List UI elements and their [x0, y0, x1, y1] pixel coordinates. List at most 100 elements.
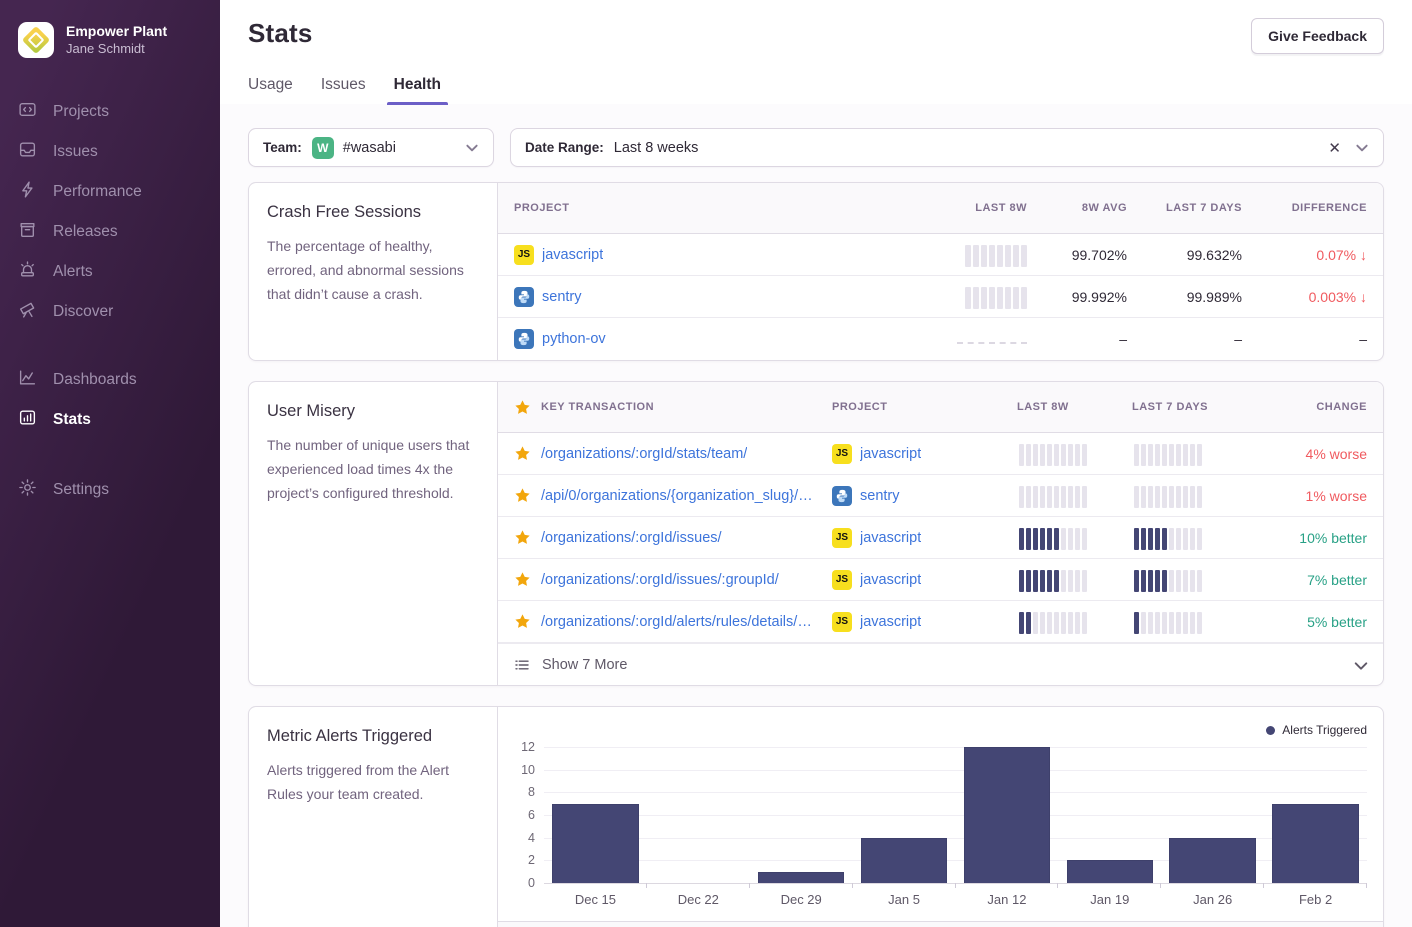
sidebar-item-label: Issues [53, 143, 98, 161]
last-7d-value: 99.989% [1127, 289, 1242, 305]
org-logo-icon [18, 22, 54, 58]
legend-dot-icon [1266, 726, 1275, 735]
sidebar-item-discover[interactable]: Discover [0, 292, 220, 332]
clear-icon[interactable]: ✕ [1328, 139, 1341, 157]
tab-issues[interactable]: Issues [321, 76, 366, 104]
panel-description: The number of unique users that experien… [267, 433, 479, 505]
table-row: python-ov – – – [498, 318, 1383, 360]
column-header: CHANGE [1247, 401, 1367, 413]
sidebar-item-projects[interactable]: Projects [0, 92, 220, 132]
project-link[interactable]: python-ov [542, 331, 606, 347]
date-range-value: Last 8 weeks [614, 140, 699, 156]
chevron-down-icon [1353, 658, 1367, 672]
team-value: #wasabi [343, 140, 396, 156]
crash-free-sessions-panel: Crash Free Sessions The percentage of he… [248, 182, 1384, 361]
give-feedback-button[interactable]: Give Feedback [1251, 18, 1384, 54]
user-misery-panel: User Misery The number of unique users t… [248, 381, 1384, 686]
column-header: LAST 8W [1017, 401, 1132, 413]
project-link[interactable]: sentry [542, 289, 582, 305]
python-icon [514, 329, 534, 349]
team-selector[interactable]: Team: W #wasabi [248, 128, 494, 167]
sparkline [1134, 610, 1202, 634]
siren-icon [18, 260, 37, 284]
star-icon[interactable] [514, 613, 531, 630]
project-link[interactable]: javascript [860, 614, 921, 630]
sidebar-item-label: Stats [53, 411, 91, 429]
star-icon[interactable] [514, 487, 531, 504]
projects-icon [18, 100, 37, 124]
transaction-link[interactable]: /organizations/:orgId/issues/ [541, 530, 722, 546]
legend-item-alerts-triggered[interactable]: Alerts Triggered [514, 719, 1367, 741]
sparkline [965, 285, 1027, 309]
sidebar-item-settings[interactable]: Settings [0, 470, 220, 510]
python-icon [832, 486, 852, 506]
table-row: /organizations/:orgId/issues/ JS javascr… [498, 517, 1383, 559]
javascript-icon: JS [514, 245, 534, 265]
table-row: /organizations/:orgId/issues/:groupId/ J… [498, 559, 1383, 601]
sidebar-item-dashboards[interactable]: Dashboards [0, 360, 220, 400]
chevron-down-icon[interactable] [1355, 141, 1369, 155]
project-link[interactable]: javascript [860, 530, 921, 546]
show-more-label: Show 7 More [542, 657, 627, 673]
sidebar-item-issues[interactable]: Issues [0, 132, 220, 172]
project-link[interactable]: javascript [860, 446, 921, 462]
column-header: PROJECT [514, 202, 917, 214]
date-range-selector[interactable]: Date Range: Last 8 weeks ✕ [510, 128, 1384, 167]
line-chart-icon [18, 368, 37, 392]
sidebar-item-label: Releases [53, 223, 118, 241]
telescope-icon [18, 300, 37, 324]
project-link[interactable]: javascript [542, 247, 603, 263]
transaction-link[interactable]: /api/0/organizations/{organization_slug}… [541, 488, 814, 504]
panel-title: Metric Alerts Triggered [267, 727, 479, 746]
change-value: 7% better [1247, 572, 1367, 588]
last-7d-value: 99.632% [1127, 247, 1242, 263]
gear-icon [18, 478, 37, 502]
arrow-down-icon: ↓ [1360, 289, 1367, 305]
sidebar-item-stats[interactable]: Stats [0, 400, 220, 440]
transaction-link[interactable]: /organizations/:orgId/stats/team/ [541, 446, 747, 462]
javascript-icon: JS [832, 612, 852, 632]
panel-description: Alerts triggered from the Alert Rules yo… [267, 758, 479, 806]
change-value: 1% worse [1247, 488, 1367, 504]
sidebar-item-label: Dashboards [53, 371, 137, 389]
panel-title: Crash Free Sessions [267, 203, 479, 222]
change-value: 4% worse [1247, 446, 1367, 462]
lightning-icon [18, 180, 37, 204]
sidebar-item-releases[interactable]: Releases [0, 212, 220, 252]
sidebar-item-label: Projects [53, 103, 109, 121]
panel-title: User Misery [267, 402, 479, 421]
chevron-down-icon[interactable] [465, 141, 479, 155]
change-value: 10% better [1247, 530, 1367, 546]
team-label: Team: [263, 140, 302, 155]
transaction-link[interactable]: /organizations/:orgId/issues/:groupId/ [541, 572, 779, 588]
project-link[interactable]: javascript [860, 572, 921, 588]
star-icon[interactable] [514, 445, 531, 462]
difference-value: 0.003% [1309, 289, 1356, 305]
star-icon[interactable] [514, 571, 531, 588]
project-link[interactable]: sentry [860, 488, 900, 504]
sidebar: Empower Plant Jane Schmidt Projects Issu… [0, 0, 220, 927]
tab-usage[interactable]: Usage [248, 76, 293, 104]
org-switcher[interactable]: Empower Plant Jane Schmidt [0, 22, 220, 58]
sidebar-item-label: Alerts [53, 263, 93, 281]
star-icon[interactable] [514, 529, 531, 546]
org-name: Empower Plant [66, 23, 167, 41]
star-icon [514, 399, 531, 416]
table-row: JS javascript 99.702% 99.632% 0.07% ↓ [498, 234, 1383, 276]
column-header: LAST 7 DAYS [1132, 401, 1247, 413]
list-icon [514, 657, 530, 673]
sidebar-item-performance[interactable]: Performance [0, 172, 220, 212]
difference-value: – [1242, 331, 1367, 347]
x-axis-labels: Dec 15Dec 22Dec 29Jan 5Jan 12Jan 19Jan 2… [544, 883, 1367, 921]
javascript-icon: JS [832, 444, 852, 464]
column-header: LAST 7 DAYS [1127, 202, 1242, 214]
tab-health[interactable]: Health [394, 76, 441, 104]
sidebar-item-alerts[interactable]: Alerts [0, 252, 220, 292]
sparkline [1019, 484, 1087, 508]
bar-chart-icon [18, 408, 37, 432]
column-header: DIFFERENCE [1242, 202, 1367, 214]
user-name: Jane Schmidt [66, 41, 167, 57]
avg-8w-value: – [1027, 331, 1127, 347]
transaction-link[interactable]: /organizations/:orgId/alerts/rules/detai… [541, 614, 814, 630]
show-more-button[interactable]: Show 7 More [498, 643, 1383, 685]
